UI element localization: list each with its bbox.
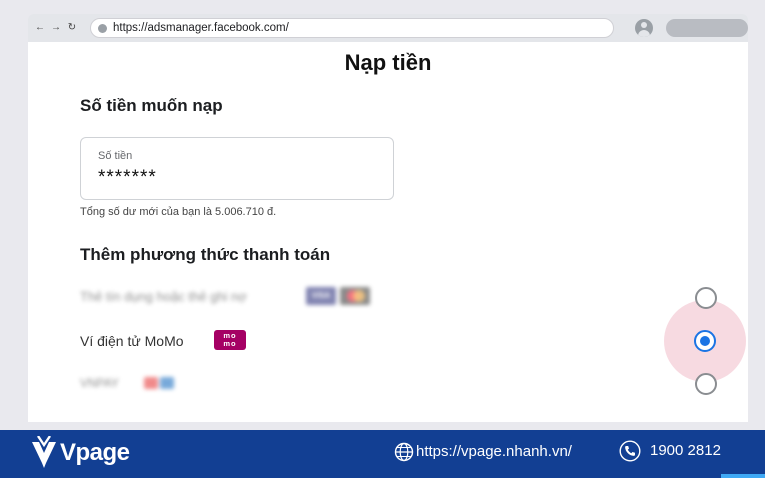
mastercard-logo-icon [340,287,370,305]
new-balance-note: Tổng số dư mới của bạn là 5.006.710 đ. [80,206,277,218]
brand-name: Vpage [60,439,130,466]
address-bar[interactable]: https://adsmanager.facebook.com/ [90,18,614,38]
browser-menu[interactable] [666,19,748,37]
footer-website-link[interactable]: https://vpage.nhanh.vn/ [416,443,572,460]
visa-logo-icon: VISA [306,287,336,305]
footer-phone-number[interactable]: 1900 2812 [650,442,721,459]
payment-option-label: Thẻ tín dụng hoặc thẻ ghi nợ [80,289,247,304]
payment-option-vnpay[interactable]: VNPAY [80,372,720,398]
payment-option-label: VNPAY [80,376,119,390]
globe-icon [394,442,414,462]
browser-toolbar: ← → ↻ https://adsmanager.facebook.com/ [28,14,748,42]
payment-option-card[interactable]: Thẻ tín dụng hoặc thẻ ghi nợ VISA [80,285,720,311]
card-logos: VISA [306,287,370,305]
amount-field-label: Số tiền [98,150,133,162]
forward-arrow-icon[interactable]: → [50,22,62,34]
phone-icon [619,440,641,462]
back-arrow-icon[interactable]: ← [34,22,46,34]
radio-vnpay[interactable] [695,373,717,395]
site-info-icon[interactable] [98,24,107,33]
profile-icon[interactable] [635,19,653,37]
vnpay-logo-icon [144,377,174,389]
payment-section-heading: Thêm phương thức thanh toán [80,245,331,264]
deposit-dialog: Nạp tiền Số tiền muốn nạp Số tiền ******… [28,42,748,422]
dialog-title: Nạp tiền [344,50,432,75]
amount-input[interactable]: Số tiền ******* [80,137,394,200]
payment-option-label: Ví điện tử MoMo [80,333,184,349]
momo-logo-icon: mo mo [214,330,246,350]
amount-field-value: ******* [98,167,157,188]
radio-momo[interactable] [694,330,716,352]
brand-footer: Vpage https://vpage.nhanh.vn/ 1900 2812 [0,430,765,478]
footer-accent-bar [721,474,765,478]
amount-section-heading: Số tiền muốn nạp [80,96,223,115]
payment-option-momo[interactable]: Ví điện tử MoMo mo mo [80,329,720,355]
radio-card[interactable] [695,287,717,309]
address-bar-url: https://adsmanager.facebook.com/ [113,22,289,34]
reload-icon[interactable]: ↻ [66,22,78,34]
vpage-logo-icon [32,436,56,468]
